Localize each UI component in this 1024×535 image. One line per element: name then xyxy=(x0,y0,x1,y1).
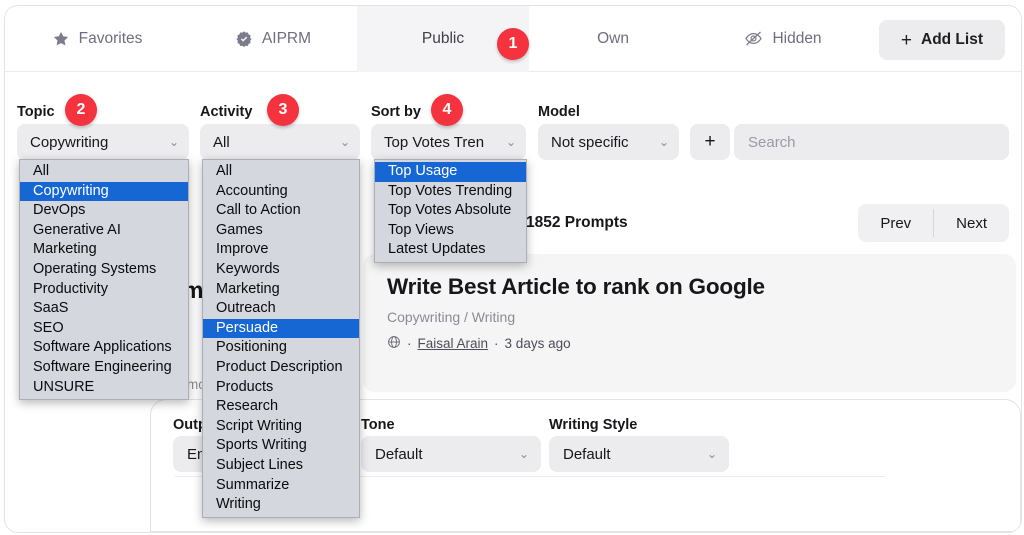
step-badge-2: 2 xyxy=(65,94,97,126)
topic-option[interactable]: All xyxy=(20,162,188,182)
tab-hidden[interactable]: Hidden xyxy=(697,6,869,72)
writing-style-select[interactable]: Default ⌄ xyxy=(549,436,729,472)
activity-option[interactable]: Keywords xyxy=(203,260,359,280)
sortby-label: Sort by xyxy=(371,104,421,120)
activity-option[interactable]: Persuade xyxy=(203,319,359,339)
chevron-down-icon: ⌄ xyxy=(707,447,717,461)
writing-style-select-value: Default xyxy=(563,446,611,463)
plus-icon: + xyxy=(704,131,715,153)
activity-option[interactable]: Writing xyxy=(203,495,359,515)
step-badge-4: 4 xyxy=(431,94,463,126)
prompt-time: 3 days ago xyxy=(505,336,571,351)
topic-select[interactable]: Copywriting ⌄ xyxy=(17,124,189,160)
tab-own[interactable]: Own xyxy=(529,6,697,72)
topic-dropdown-popup[interactable]: AllCopywritingDevOpsGenerative AIMarketi… xyxy=(19,159,189,400)
sortby-option[interactable]: Top Usage xyxy=(375,162,526,182)
meta-separator-2: · xyxy=(494,336,499,351)
next-button[interactable]: Next xyxy=(934,204,1009,242)
activity-dropdown-popup[interactable]: AllAccountingCall to ActionGamesImproveK… xyxy=(202,159,360,518)
tone-label: Tone xyxy=(361,417,395,433)
topic-option[interactable]: SaaS xyxy=(20,299,188,319)
prompt-count: 1852 Prompts xyxy=(526,214,628,232)
tone-select-value: Default xyxy=(375,446,423,463)
activity-option[interactable]: Sports Writing xyxy=(203,436,359,456)
activity-option[interactable]: Products xyxy=(203,378,359,398)
add-list-label: Add List xyxy=(921,31,983,49)
chevron-down-icon: ⌄ xyxy=(659,135,669,149)
step-badge-3: 3 xyxy=(267,94,299,126)
prompt-author-link[interactable]: Faisal Arain xyxy=(418,336,489,351)
prompt-card[interactable]: Write Best Article to rank on Google Cop… xyxy=(363,254,1016,392)
chevron-down-icon: ⌄ xyxy=(519,447,529,461)
sortby-option[interactable]: Top Votes Absolute xyxy=(375,201,526,221)
badge-check-icon xyxy=(235,30,253,48)
star-icon xyxy=(52,30,70,48)
activity-label: Activity xyxy=(200,104,252,120)
activity-option[interactable]: Games xyxy=(203,221,359,241)
plus-icon: + xyxy=(901,31,912,50)
model-select[interactable]: Not specific ⌄ xyxy=(538,124,679,160)
tab-aiprm-label: AIPRM xyxy=(262,30,311,48)
activity-option[interactable]: Product Description xyxy=(203,358,359,378)
topic-option[interactable]: SEO xyxy=(20,319,188,339)
topic-option[interactable]: Software Applications xyxy=(20,338,188,358)
app-frame: Favorites AIPRM Public Own xyxy=(4,5,1022,533)
tab-favorites[interactable]: Favorites xyxy=(5,6,189,72)
chevron-down-icon: ⌄ xyxy=(169,135,179,149)
search-input[interactable] xyxy=(734,124,1009,160)
prev-button[interactable]: Prev xyxy=(858,204,933,242)
topic-select-value: Copywriting xyxy=(30,134,108,151)
model-label: Model xyxy=(538,104,580,120)
topic-option[interactable]: DevOps xyxy=(20,201,188,221)
activity-select-value: All xyxy=(213,134,230,151)
activity-option[interactable]: Subject Lines xyxy=(203,456,359,476)
topic-option[interactable]: Operating Systems xyxy=(20,260,188,280)
tab-own-label: Own xyxy=(597,30,629,48)
topic-option[interactable]: Software Engineering xyxy=(20,358,188,378)
sortby-select-value: Top Votes Tren xyxy=(384,134,484,151)
globe-icon xyxy=(387,335,401,352)
sortby-option[interactable]: Latest Updates xyxy=(375,240,526,260)
topic-option[interactable]: Generative AI xyxy=(20,221,188,241)
chevron-down-icon: ⌄ xyxy=(506,135,516,149)
tab-public-label: Public xyxy=(422,30,464,48)
prompt-meta: · Faisal Arain · 3 days ago xyxy=(387,335,992,352)
topic-option[interactable]: Productivity xyxy=(20,280,188,300)
step-badge-1: 1 xyxy=(497,28,529,60)
activity-option[interactable]: Outreach xyxy=(203,299,359,319)
writing-style-label: Writing Style xyxy=(549,417,637,433)
activity-select[interactable]: All ⌄ xyxy=(200,124,360,160)
tab-favorites-label: Favorites xyxy=(79,30,143,48)
activity-option[interactable]: Marketing xyxy=(203,280,359,300)
topic-option[interactable]: UNSURE xyxy=(20,378,188,398)
activity-option[interactable]: Call to Action xyxy=(203,201,359,221)
eye-off-icon xyxy=(744,29,763,48)
chevron-down-icon: ⌄ xyxy=(340,135,350,149)
activity-option[interactable]: Improve xyxy=(203,240,359,260)
activity-option[interactable]: All xyxy=(203,162,359,182)
sortby-select[interactable]: Top Votes Tren ⌄ xyxy=(371,124,526,160)
pagination: Prev Next xyxy=(858,204,1009,242)
sortby-option[interactable]: Top Votes Trending xyxy=(375,182,526,202)
activity-option[interactable]: Positioning xyxy=(203,338,359,358)
model-select-value: Not specific xyxy=(551,134,629,151)
meta-separator-1: · xyxy=(407,336,412,351)
add-model-button[interactable]: + xyxy=(690,124,730,160)
sortby-dropdown-popup[interactable]: Top UsageTop Votes TrendingTop Votes Abs… xyxy=(374,159,527,263)
prompt-category: Copywriting / Writing xyxy=(387,309,992,325)
topic-label: Topic xyxy=(17,104,55,120)
activity-option[interactable]: Accounting xyxy=(203,182,359,202)
tab-aiprm[interactable]: AIPRM xyxy=(189,6,357,72)
tab-hidden-label: Hidden xyxy=(772,30,821,48)
tone-select[interactable]: Default ⌄ xyxy=(361,436,541,472)
sortby-option[interactable]: Top Views xyxy=(375,221,526,241)
activity-option[interactable]: Research xyxy=(203,397,359,417)
activity-option[interactable]: Summarize xyxy=(203,476,359,496)
topic-option[interactable]: Marketing xyxy=(20,240,188,260)
add-list-button[interactable]: + Add List xyxy=(879,20,1005,60)
prompt-title: Write Best Article to rank on Google xyxy=(387,272,992,301)
activity-option[interactable]: Script Writing xyxy=(203,417,359,437)
topic-option[interactable]: Copywriting xyxy=(20,182,188,202)
